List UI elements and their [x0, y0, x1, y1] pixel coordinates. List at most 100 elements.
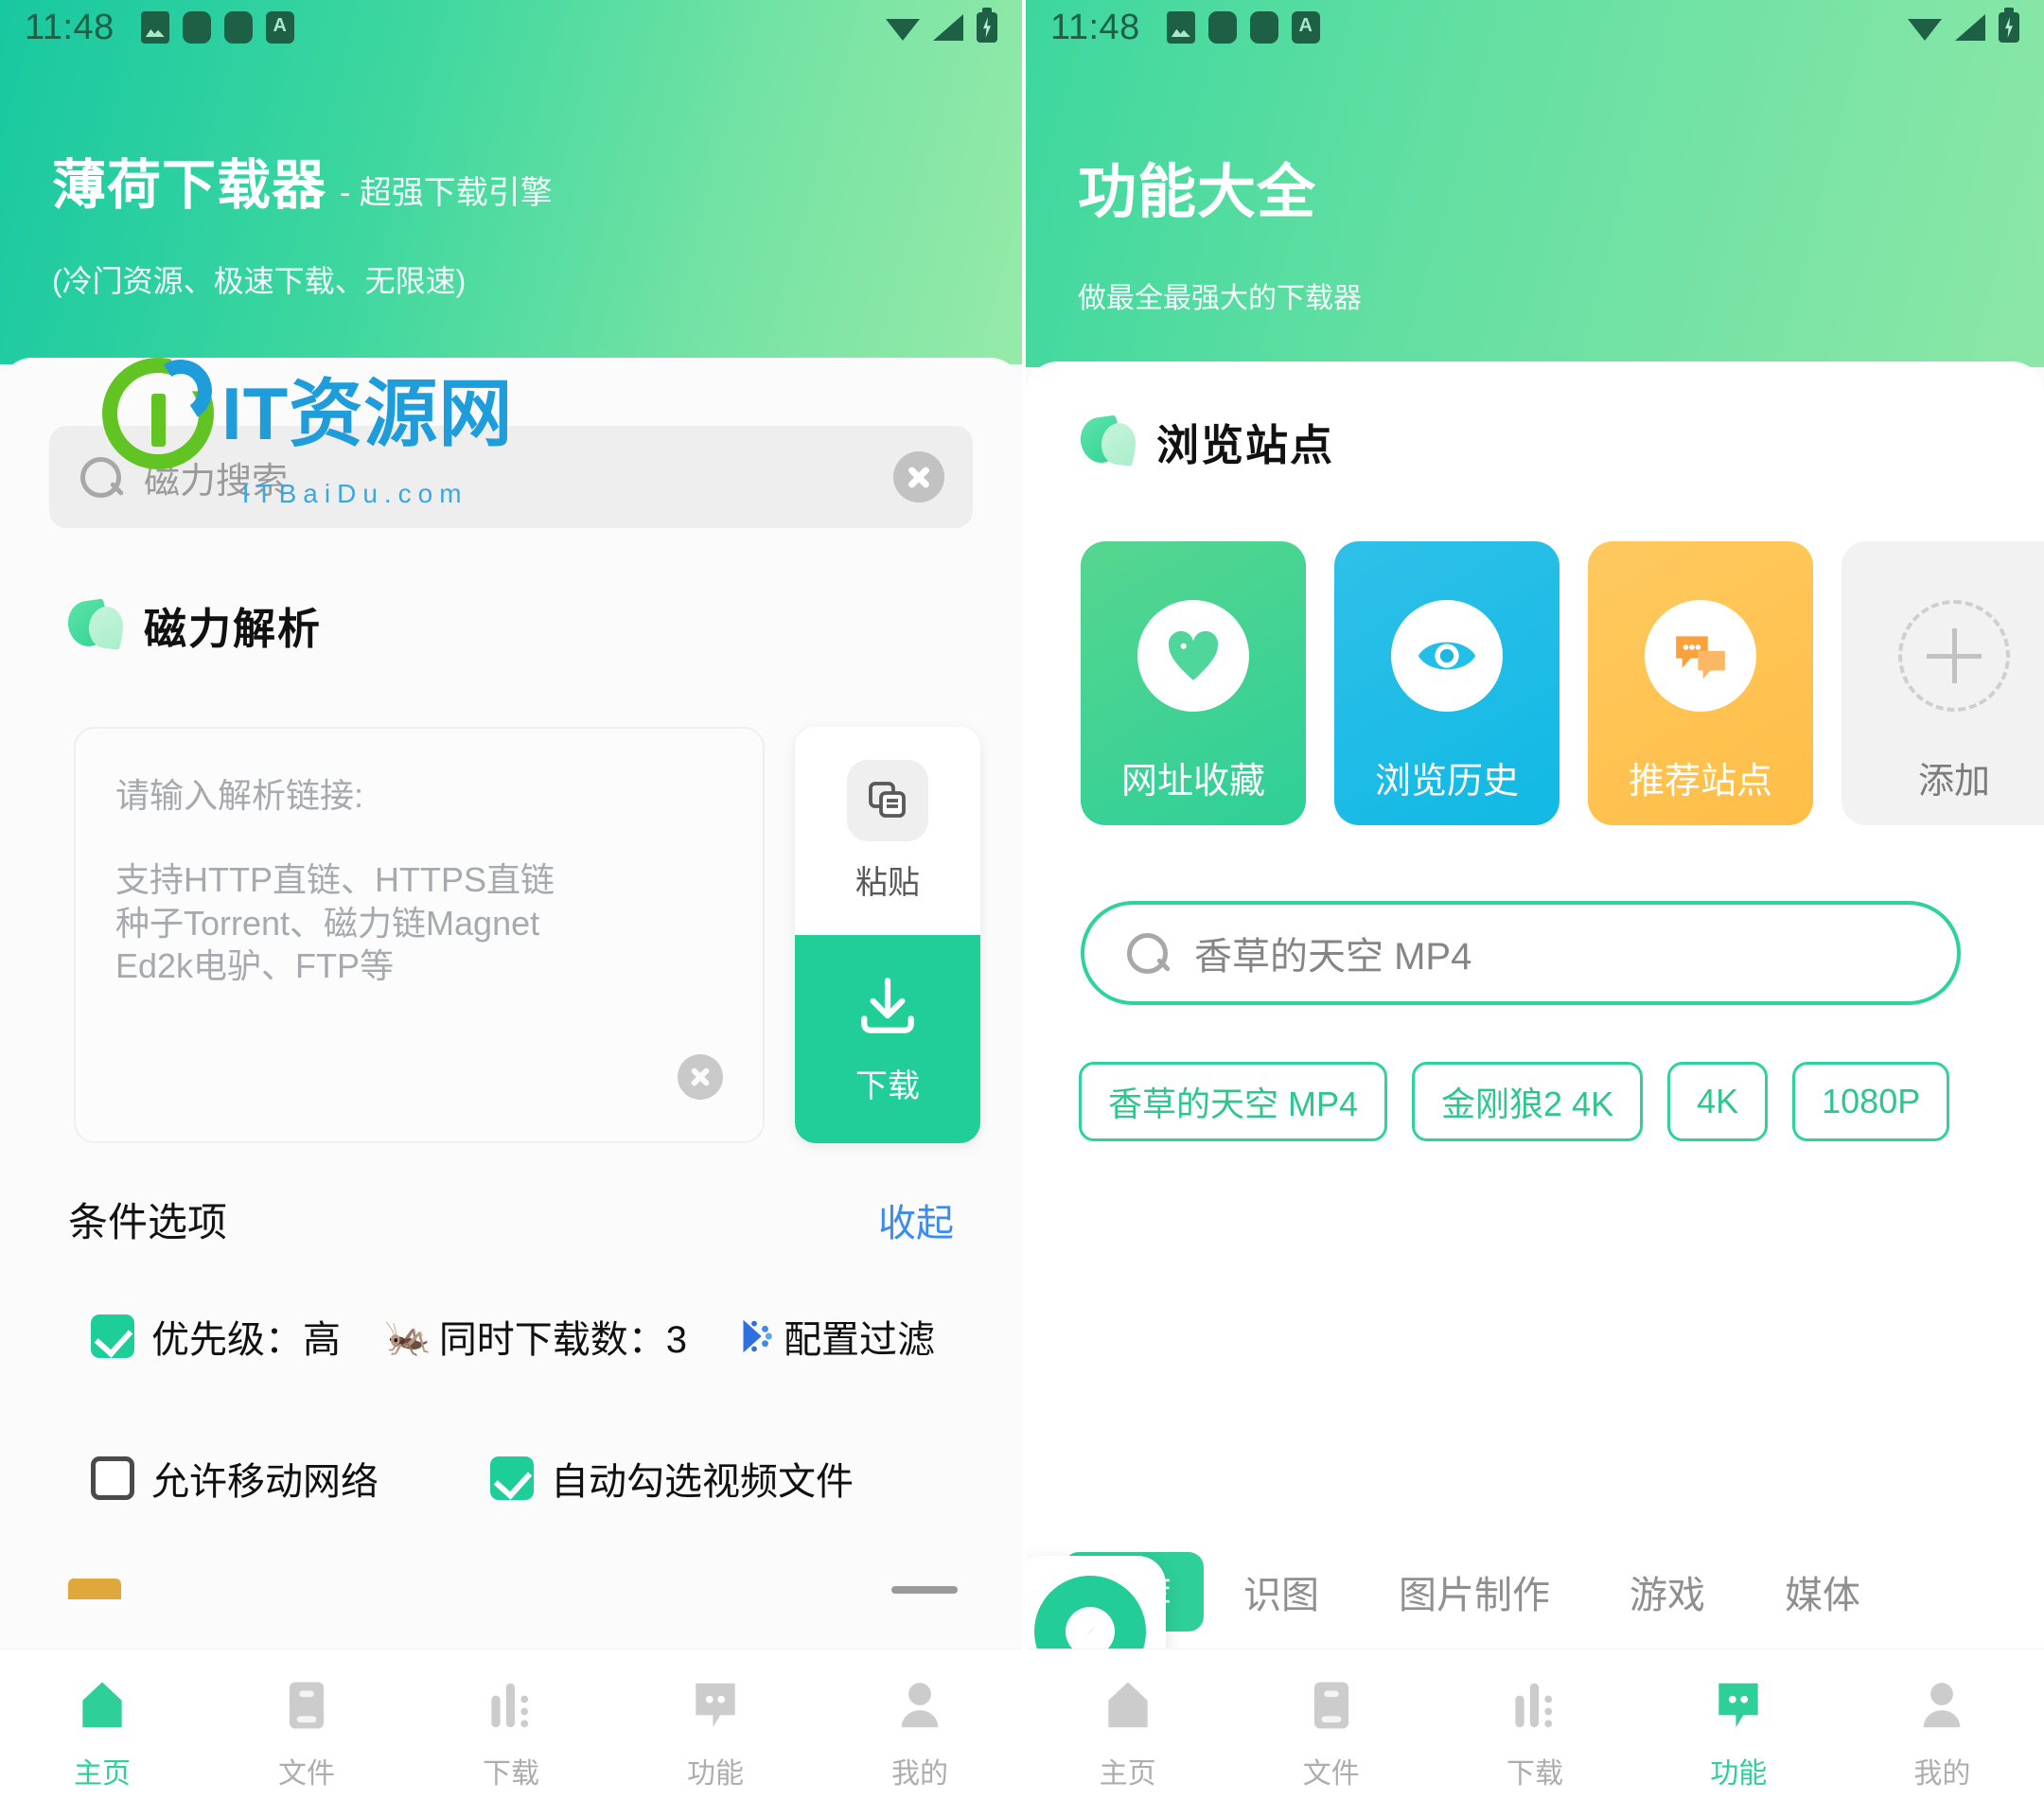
- photo-icon: [1166, 11, 1195, 44]
- nav-label-downloads: 下载: [483, 1757, 539, 1790]
- cricket-emoji-icon: 🦗: [384, 1315, 432, 1358]
- allow-mobile-network-checkbox[interactable]: [91, 1456, 134, 1500]
- file-icon: [277, 1676, 336, 1735]
- status-bar-right: 11:48 A: [1026, 0, 2044, 55]
- chat-icon: [1645, 600, 1756, 712]
- page-title: 功能大全: [1078, 144, 1316, 229]
- person-icon: [1912, 1676, 1971, 1735]
- nav-item-downloads[interactable]: 下载: [1433, 1676, 1636, 1791]
- browse-sites-section-title: 浏览站点: [1081, 411, 1334, 472]
- download-button[interactable]: 下载: [795, 935, 980, 1143]
- concurrent-downloads-label[interactable]: 同时下载数：3: [439, 1309, 687, 1364]
- nav-label-functions: 功能: [1710, 1757, 1768, 1790]
- collapse-button[interactable]: 收起: [878, 1192, 954, 1247]
- nav-label-home: 主页: [74, 1757, 131, 1790]
- tile-add[interactable]: 添加: [1841, 541, 2044, 825]
- pill-icon: [1249, 11, 1278, 44]
- nav-item-files[interactable]: 文件: [204, 1676, 409, 1791]
- file-icon: [1302, 1676, 1361, 1735]
- bottom-nav-right: 主页 文件 下载 功能 我的: [1026, 1649, 2044, 1817]
- status-bar-left: 11:48 A: [0, 0, 1022, 55]
- tag-item[interactable]: 金刚狼2 4K: [1412, 1062, 1644, 1141]
- site-search-input[interactable]: 香草的天空 MP4: [1081, 901, 1961, 1005]
- category-tabs: 推荐 识图 图片制作 游戏 媒体: [1064, 1552, 2044, 1632]
- signal-icon: [933, 14, 963, 41]
- paste-button[interactable]: 粘贴: [795, 727, 980, 935]
- search-suggestion-tags: 香草的天空 MP4 金刚狼2 4K 4K 1080P: [1079, 1062, 1950, 1141]
- nav-item-functions[interactable]: 功能: [1637, 1676, 1841, 1791]
- chart-bars-icon: [482, 1676, 540, 1735]
- browse-sites-label: 浏览站点: [1156, 421, 1335, 469]
- tab-games[interactable]: 游戏: [1590, 1564, 1745, 1619]
- magnet-parse-section-title: 磁力解析: [68, 594, 322, 656]
- app-title: 薄荷下载器 - 超强下载引擎: [52, 142, 553, 220]
- pill-icon: [223, 11, 253, 44]
- nav-item-mine[interactable]: 我的: [1841, 1676, 2044, 1791]
- status-time: 11:48: [25, 7, 115, 47]
- tag-item[interactable]: 香草的天空 MP4: [1079, 1062, 1388, 1141]
- nav-item-downloads[interactable]: 下载: [409, 1676, 613, 1791]
- tab-image-recognition[interactable]: 识图: [1204, 1564, 1359, 1619]
- left-header: 11:48 A 薄荷下载器 - 超强下载引擎 (冷门资源、极速下载、无限速): [0, 0, 1022, 364]
- pill-icon: [182, 11, 211, 44]
- tag-item[interactable]: 1080P: [1792, 1062, 1950, 1141]
- paste-button-label: 粘贴: [855, 864, 920, 901]
- priority-checkbox[interactable]: [91, 1314, 134, 1358]
- clear-textarea-icon[interactable]: [678, 1054, 723, 1100]
- conditions-title: 条件选项: [68, 1200, 228, 1244]
- tab-image-making[interactable]: 图片制作: [1359, 1564, 1590, 1619]
- nav-item-home[interactable]: 主页: [0, 1676, 204, 1791]
- site-tiles: 网址收藏 浏览历史 推荐站点 添加: [1081, 541, 2044, 825]
- parse-link-textarea[interactable]: 请输入解析链接: 支持HTTP直链、HTTPS直链 种子Torrent、磁力链M…: [74, 727, 765, 1143]
- download-button-label: 下载: [855, 1068, 920, 1104]
- priority-label: 优先级：高: [151, 1319, 341, 1361]
- left-content-sheet: 磁力搜索 磁力解析 请输入解析链接: 支持HTTP直链、HTTPS直链 种子To…: [0, 358, 1022, 1817]
- tab-media[interactable]: 媒体: [1745, 1564, 1900, 1619]
- plus-icon: [1898, 600, 2010, 712]
- battery-charging-icon: [977, 8, 997, 43]
- leaf-icon: [68, 599, 121, 652]
- magnet-parse-label: 磁力解析: [144, 605, 323, 653]
- partial-hidden-row: [68, 1579, 958, 1599]
- wifi-icon: [1908, 19, 1942, 41]
- site-search-value: 香草的天空 MP4: [1194, 936, 1472, 978]
- nav-item-files[interactable]: 文件: [1229, 1676, 1433, 1791]
- letter-a-icon: A: [1291, 11, 1320, 44]
- nav-item-mine[interactable]: 我的: [818, 1676, 1022, 1791]
- nav-item-functions[interactable]: 功能: [613, 1676, 818, 1791]
- wifi-icon: [886, 19, 920, 41]
- page-subtitle: 做最全最强大的下载器: [1078, 283, 1362, 314]
- app-title-main: 薄荷下载器: [52, 155, 326, 216]
- nav-label-mine: 我的: [1913, 1757, 1971, 1790]
- parse-action-buttons: 粘贴 下载: [795, 727, 980, 1143]
- tile-label-history: 浏览历史: [1374, 762, 1519, 802]
- right-screen: 11:48 A 功能大全 做最全最强大的下载器 浏览站点 网址收藏 浏览历史 推…: [1022, 0, 2044, 1817]
- download-arrow-icon: [851, 972, 925, 1047]
- home-icon: [73, 1676, 132, 1735]
- signal-icon: [1955, 14, 1985, 41]
- tile-recommended[interactable]: 推荐站点: [1588, 541, 1813, 825]
- right-content-sheet: 浏览站点 网址收藏 浏览历史 推荐站点 添加 香草的天空 MP4 香草的天空 M…: [1026, 362, 2044, 1817]
- pill-icon: [1207, 11, 1237, 44]
- letter-a-icon: A: [265, 11, 294, 44]
- tile-label-recommended: 推荐站点: [1628, 762, 1772, 802]
- nav-item-home[interactable]: 主页: [1026, 1676, 1229, 1791]
- clear-icon[interactable]: [893, 451, 944, 503]
- nav-label-downloads: 下载: [1507, 1757, 1563, 1790]
- parse-hint-line-1: 请输入解析链接:: [115, 776, 364, 815]
- home-icon: [1099, 1676, 1157, 1735]
- configure-filter-label[interactable]: 配置过滤: [784, 1309, 935, 1364]
- app-subtitle: (冷门资源、极速下载、无限速): [52, 264, 467, 298]
- status-right-icons: [886, 8, 997, 43]
- dual-screenshot-container: 11:48 A 薄荷下载器 - 超强下载引擎 (冷门资源、极速下载、无限速) 磁…: [0, 0, 2044, 1817]
- conditions-header: 条件选项 收起: [68, 1191, 954, 1248]
- tile-history[interactable]: 浏览历史: [1334, 541, 1559, 825]
- tile-bookmarks[interactable]: 网址收藏: [1081, 541, 1306, 825]
- nav-label-files: 文件: [278, 1757, 335, 1790]
- tag-item[interactable]: 4K: [1667, 1062, 1769, 1141]
- partial-divider: [891, 1586, 958, 1594]
- magnet-search-input[interactable]: 磁力搜索: [49, 426, 973, 528]
- parse-hint-line-4: Ed2k电驴、FTP等: [115, 946, 395, 986]
- auto-select-video-checkbox[interactable]: [490, 1456, 534, 1500]
- parse-gap: [115, 817, 723, 858]
